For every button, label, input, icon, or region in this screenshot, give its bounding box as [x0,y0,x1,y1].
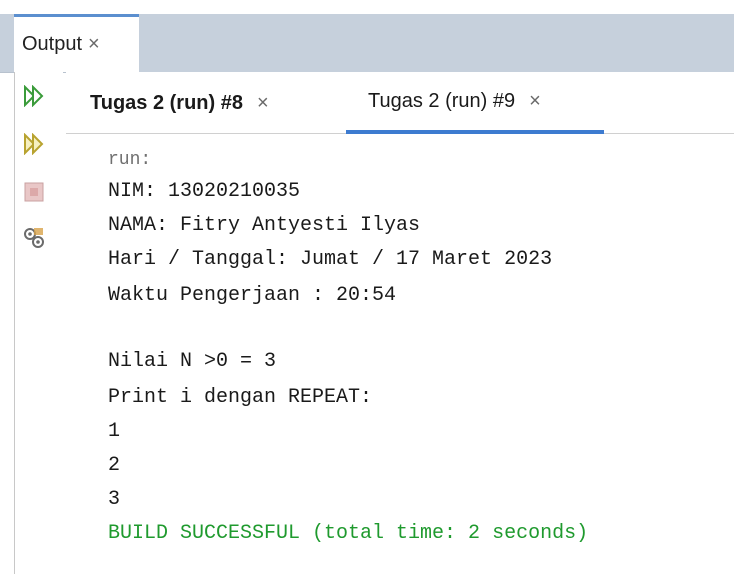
console-output[interactable]: run: NIM: 13020210035 NAMA: Fitry Antyes… [66,134,734,574]
close-icon[interactable]: × [88,33,100,56]
close-icon[interactable]: × [529,90,541,113]
rerun-icon[interactable] [22,84,46,108]
tab-run-8-label: Tugas 2 (run) #8 [90,91,243,114]
build-status-line: BUILD SUCCESSFUL (total time: 2 seconds) [108,522,589,545]
close-icon[interactable]: × [257,92,269,115]
output-toolbar [15,72,63,574]
output-tab-label: Output [22,33,83,55]
run-tabbar: Tugas 2 (run) #8 × Tugas 2 (run) #9 × [66,72,734,134]
console-line: 3 [108,488,121,511]
console-line: NAMA: Fitry Antyesti Ilyas [108,214,421,237]
top-strip [0,0,734,14]
output-window-tab[interactable]: Output × [14,14,139,72]
console-line: 1 [108,420,121,443]
stop-icon[interactable] [22,180,46,204]
window-tabbar: Output × [0,14,734,73]
tab-run-8[interactable]: Tugas 2 (run) #8 × [90,72,269,134]
console-line: NIM: 13020210035 [108,180,301,203]
output-window: Output × Tugas 2 (run) #8 × Tugas 2 (run… [0,0,734,574]
console-line: 2 [108,454,121,477]
tab-run-9[interactable]: Tugas 2 (run) #9 × [346,72,604,134]
settings-icon[interactable] [22,226,46,250]
console-line: Print i dengan REPEAT: [108,386,373,409]
console-line: Nilai N >0 = 3 [108,350,277,373]
console-line: run: [108,150,152,170]
tab-run-9-label: Tugas 2 (run) #9 [368,89,516,112]
console-line: Waktu Pengerjaan : 20:54 [108,284,397,307]
console-line: Hari / Tanggal: Jumat / 17 Maret 2023 [108,248,553,271]
rerun-with-args-icon[interactable] [22,132,46,156]
